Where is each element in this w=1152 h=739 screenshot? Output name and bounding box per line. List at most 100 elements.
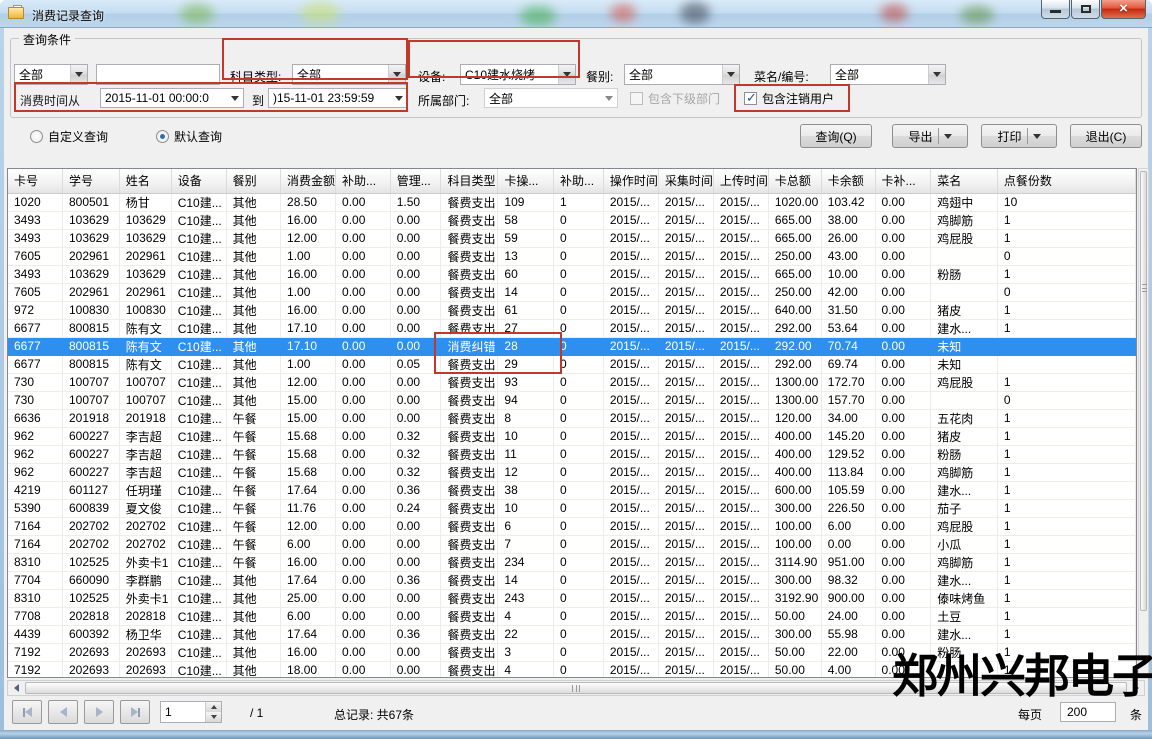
column-header[interactable]: 菜名 bbox=[931, 169, 998, 193]
table-row[interactable]: 6677800815陈有文C10建...其他1.000.000.05餐费支出29… bbox=[8, 355, 1136, 373]
table-row[interactable]: 962600227李吉超C10建...午餐15.680.000.32餐费支出11… bbox=[8, 445, 1136, 463]
table-row[interactable]: 7605202961202961C10建...其他1.000.000.00餐费支… bbox=[8, 247, 1136, 265]
table-row[interactable]: 3493103629103629C10建...其他16.000.000.00餐费… bbox=[8, 211, 1136, 229]
time-to-picker[interactable]: )15-11-01 23:59:59 bbox=[268, 88, 408, 108]
query-button[interactable]: 查询(Q) bbox=[800, 124, 872, 148]
card-type-combobox[interactable]: 全部 bbox=[14, 64, 88, 85]
table-cell: 鸡脚筋 bbox=[931, 463, 998, 481]
table-cell: 2015/... bbox=[658, 283, 713, 301]
table-cell: 22.00 bbox=[821, 643, 875, 661]
close-button[interactable]: × bbox=[1101, 0, 1146, 19]
exit-button[interactable]: 退出(C) bbox=[1070, 124, 1142, 148]
include-sub-department-checkbox[interactable]: 包含下级部门 bbox=[630, 90, 720, 107]
department-combobox[interactable]: 全部 bbox=[484, 88, 618, 108]
subject-type-combobox[interactable]: 全部 bbox=[292, 64, 406, 85]
table-row[interactable]: 962600227李吉超C10建...午餐15.680.000.32餐费支出10… bbox=[8, 427, 1136, 445]
scroll-left-arrow-icon[interactable] bbox=[8, 681, 24, 695]
column-header[interactable]: 卡操... bbox=[498, 169, 554, 193]
column-header[interactable]: 管理... bbox=[390, 169, 441, 193]
table-cell: 0.00 bbox=[390, 535, 441, 553]
table-cell: 1 bbox=[997, 535, 1135, 553]
meal-combobox[interactable]: 全部 bbox=[624, 64, 740, 85]
print-button[interactable]: 打印 bbox=[981, 124, 1057, 148]
table-row[interactable]: 7164202702202702C10建...午餐12.000.000.00餐费… bbox=[8, 517, 1136, 535]
table-row[interactable]: 1020800501杨甘C10建...其他28.500.001.50餐费支出10… bbox=[8, 193, 1136, 211]
column-header[interactable]: 学号 bbox=[62, 169, 119, 193]
column-header[interactable]: 卡余额 bbox=[821, 169, 875, 193]
column-header[interactable]: 设备 bbox=[171, 169, 226, 193]
groupbox-title: 查询条件 bbox=[19, 31, 75, 48]
table-cell: 午餐 bbox=[226, 517, 280, 535]
table-cell: 102525 bbox=[62, 553, 119, 571]
previous-page-button[interactable] bbox=[48, 700, 78, 724]
table-cell: 0 bbox=[554, 445, 604, 463]
table-row[interactable]: 8310102525外卖卡1C10建...午餐16.000.000.00餐费支出… bbox=[8, 553, 1136, 571]
spinner-down-icon[interactable] bbox=[206, 712, 221, 722]
vertical-scrollbar[interactable] bbox=[1138, 168, 1149, 678]
table-cell: 100707 bbox=[62, 373, 119, 391]
table-cell: 24.00 bbox=[821, 607, 875, 625]
export-button[interactable]: 导出 bbox=[892, 124, 968, 148]
table-row[interactable]: 4219601127任玥瑾C10建...午餐17.640.000.36餐费支出3… bbox=[8, 481, 1136, 499]
device-combobox[interactable]: C10建水烧烤 bbox=[460, 64, 576, 85]
table-cell: 26.00 bbox=[821, 229, 875, 247]
table-row[interactable]: 6636201918201918C10建...午餐15.000.000.00餐费… bbox=[8, 409, 1136, 427]
table-cell: 午餐 bbox=[226, 427, 280, 445]
table-cell: 2015/... bbox=[658, 247, 713, 265]
dish-combobox[interactable]: 全部 bbox=[830, 64, 946, 85]
table-row[interactable]: 962600227李吉超C10建...午餐15.680.000.32餐费支出12… bbox=[8, 463, 1136, 481]
table-row[interactable]: 3493103629103629C10建...其他16.000.000.00餐费… bbox=[8, 265, 1136, 283]
table-row[interactable]: 7708202818202818C10建...其他6.000.000.00餐费支… bbox=[8, 607, 1136, 625]
column-header[interactable]: 采集时间 bbox=[658, 169, 713, 193]
table-row[interactable]: 972100830100830C10建...其他16.000.000.00餐费支… bbox=[8, 301, 1136, 319]
card-search-input[interactable] bbox=[96, 64, 220, 85]
table-cell: 0 bbox=[554, 643, 604, 661]
column-header[interactable]: 科目类型 bbox=[441, 169, 498, 193]
table-row[interactable]: 8310102525外卖卡1C10建...其他25.000.000.00餐费支出… bbox=[8, 589, 1136, 607]
minimize-button[interactable] bbox=[1041, 0, 1070, 19]
include-cancelled-users-checkbox[interactable]: ✓ 包含注销用户 bbox=[744, 90, 834, 107]
column-header[interactable]: 卡补... bbox=[875, 169, 931, 193]
table-row[interactable]: 6677800815陈有文C10建...其他17.100.000.00餐费支出2… bbox=[8, 319, 1136, 337]
table-cell: 292.00 bbox=[768, 337, 821, 355]
column-header[interactable]: 姓名 bbox=[119, 169, 171, 193]
table-cell: 0.00 bbox=[336, 301, 391, 319]
column-header[interactable]: 操作时间 bbox=[603, 169, 658, 193]
table-row[interactable]: 7704660090李群鹏C10建...其他17.640.000.36餐费支出1… bbox=[8, 571, 1136, 589]
table-cell: 202702 bbox=[62, 517, 119, 535]
column-header[interactable]: 点餐份数 bbox=[997, 169, 1135, 193]
table-row[interactable]: 7164202702202702C10建...午餐6.000.000.00餐费支… bbox=[8, 535, 1136, 553]
column-header[interactable]: 餐别 bbox=[226, 169, 280, 193]
column-header[interactable]: 补助... bbox=[554, 169, 604, 193]
table-cell: 餐费支出 bbox=[441, 247, 498, 265]
column-header[interactable]: 上传时间 bbox=[713, 169, 768, 193]
table-cell: 50.00 bbox=[768, 661, 821, 678]
column-header[interactable]: 卡号 bbox=[8, 169, 62, 193]
table-row[interactable]: 3493103629103629C10建...其他12.000.000.00餐费… bbox=[8, 229, 1136, 247]
table-row[interactable]: 730100707100707C10建...其他15.000.000.00餐费支… bbox=[8, 391, 1136, 409]
page-number-spinner[interactable]: 1 bbox=[160, 701, 222, 723]
table-cell: 201918 bbox=[119, 409, 171, 427]
vertical-scrollbar-thumb[interactable] bbox=[1140, 171, 1147, 611]
column-header[interactable]: 补助... bbox=[336, 169, 391, 193]
default-query-radio[interactable]: 默认查询 bbox=[156, 128, 222, 145]
next-page-button[interactable] bbox=[84, 700, 114, 724]
table-row[interactable]: 730100707100707C10建...其他12.000.000.00餐费支… bbox=[8, 373, 1136, 391]
time-from-picker[interactable]: 2015-11-01 00:00:0 bbox=[100, 88, 244, 108]
table-row[interactable]: 7605202961202961C10建...其他1.000.000.00餐费支… bbox=[8, 283, 1136, 301]
spinner-up-icon[interactable] bbox=[206, 702, 221, 712]
table-cell: 0.00 bbox=[336, 445, 391, 463]
first-page-button[interactable] bbox=[12, 700, 42, 724]
table-cell: 0.00 bbox=[336, 265, 391, 283]
last-page-button[interactable] bbox=[120, 700, 150, 724]
column-header[interactable]: 卡总额 bbox=[768, 169, 821, 193]
table-row[interactable]: 5390600839夏文俊C10建...午餐11.760.000.24餐费支出1… bbox=[8, 499, 1136, 517]
table-row[interactable]: 6677800815陈有文C10建...其他17.100.000.00消费纠错2… bbox=[8, 337, 1136, 355]
custom-query-radio[interactable]: 自定义查询 bbox=[30, 128, 108, 145]
table-cell: 李吉超 bbox=[119, 427, 171, 445]
table-cell: 2015/... bbox=[658, 211, 713, 229]
table-cell: 17.64 bbox=[281, 571, 336, 589]
maximize-button[interactable] bbox=[1071, 0, 1100, 19]
column-header[interactable]: 消费金额 bbox=[281, 169, 336, 193]
per-page-label: 每页 bbox=[1018, 706, 1042, 723]
